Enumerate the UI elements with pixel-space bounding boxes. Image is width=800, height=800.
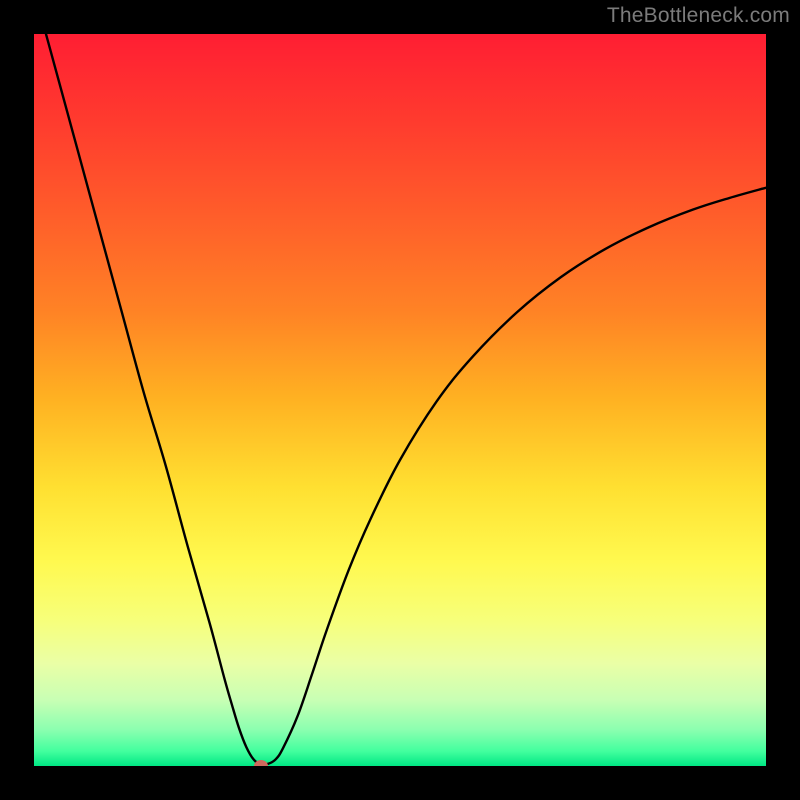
chart-root: { "watermark": "TheBottleneck.com", "mar… bbox=[0, 0, 800, 800]
plot-area bbox=[34, 34, 766, 766]
optimum-marker bbox=[254, 760, 268, 766]
watermark-text: TheBottleneck.com bbox=[607, 4, 790, 28]
bottleneck-curve bbox=[34, 34, 766, 766]
